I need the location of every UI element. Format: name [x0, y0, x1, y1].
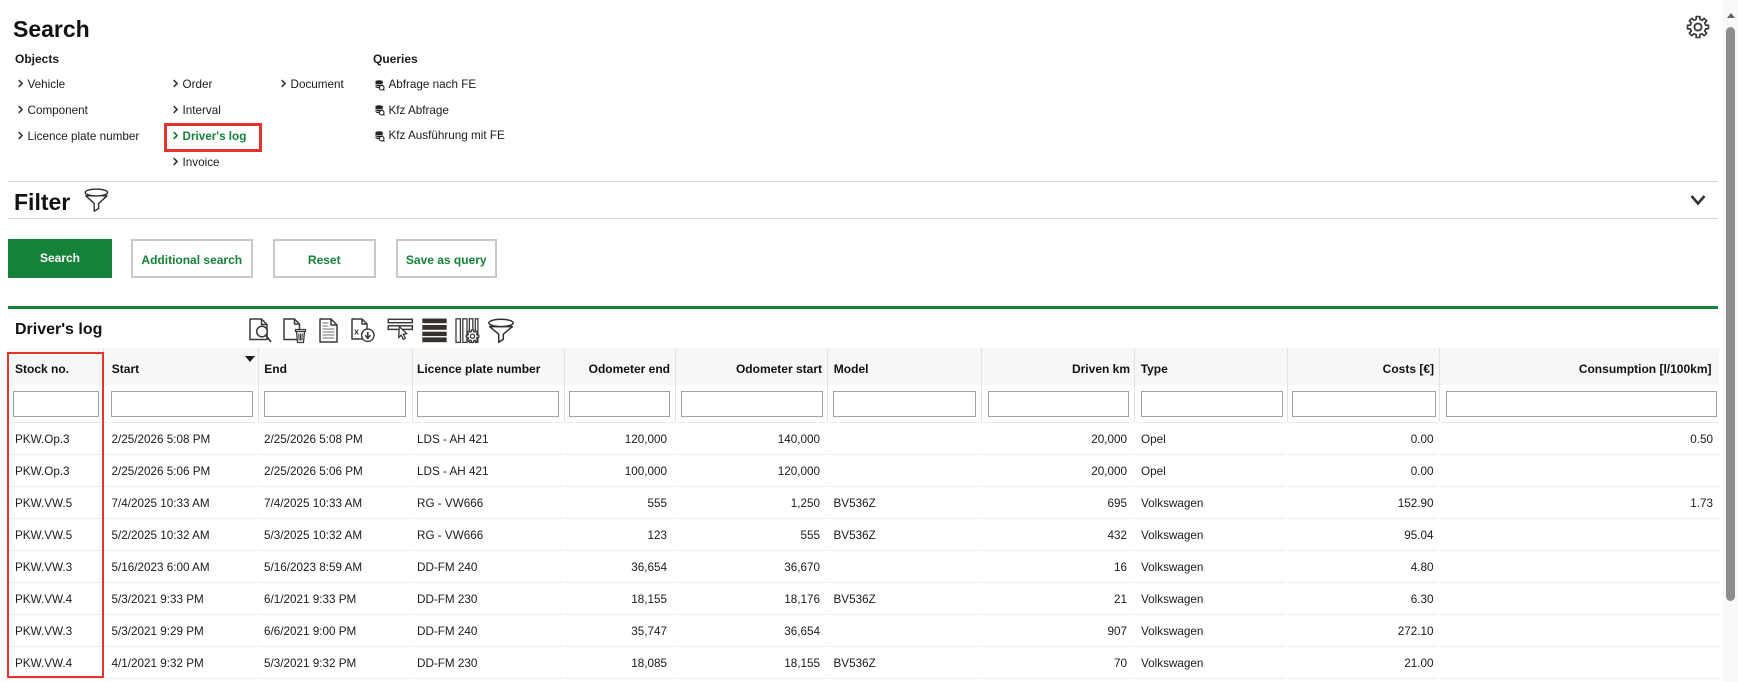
- svg-text:x: x: [354, 326, 359, 336]
